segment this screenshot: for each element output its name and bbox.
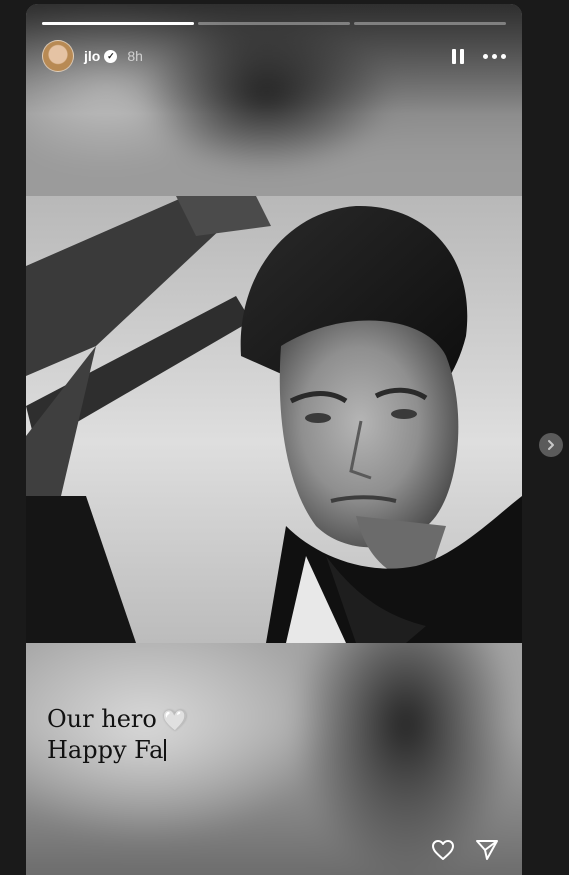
text-cursor [164, 739, 167, 761]
pause-button[interactable] [447, 45, 469, 67]
story-progress [42, 22, 506, 25]
progress-segment [42, 22, 194, 25]
caption-line-1: Our hero [47, 705, 157, 733]
story-viewer[interactable]: jlo ✓ 8h Our hero 🤍 Happy Fa [26, 4, 522, 875]
avatar[interactable] [42, 40, 74, 72]
share-button[interactable] [474, 837, 500, 863]
story-footer [430, 837, 500, 863]
story-header: jlo ✓ 8h [42, 38, 506, 74]
like-button[interactable] [430, 837, 456, 863]
more-options-button[interactable] [483, 45, 506, 67]
send-icon [476, 840, 498, 860]
story-photo [26, 196, 522, 643]
timestamp: 8h [127, 48, 143, 64]
next-story-button[interactable] [539, 433, 563, 457]
progress-segment [354, 22, 506, 25]
username[interactable]: jlo [84, 48, 100, 64]
verified-badge-icon: ✓ [104, 49, 118, 63]
pause-icon [452, 48, 456, 64]
chevron-right-icon [548, 440, 554, 450]
caption-line-2: Happy Fa [47, 736, 164, 764]
white-heart-emoji: 🤍 [162, 708, 188, 732]
more-options-icon [483, 53, 488, 59]
story-caption: Our hero 🤍 Happy Fa [47, 704, 188, 765]
progress-segment [198, 22, 350, 25]
heart-icon [432, 840, 454, 860]
